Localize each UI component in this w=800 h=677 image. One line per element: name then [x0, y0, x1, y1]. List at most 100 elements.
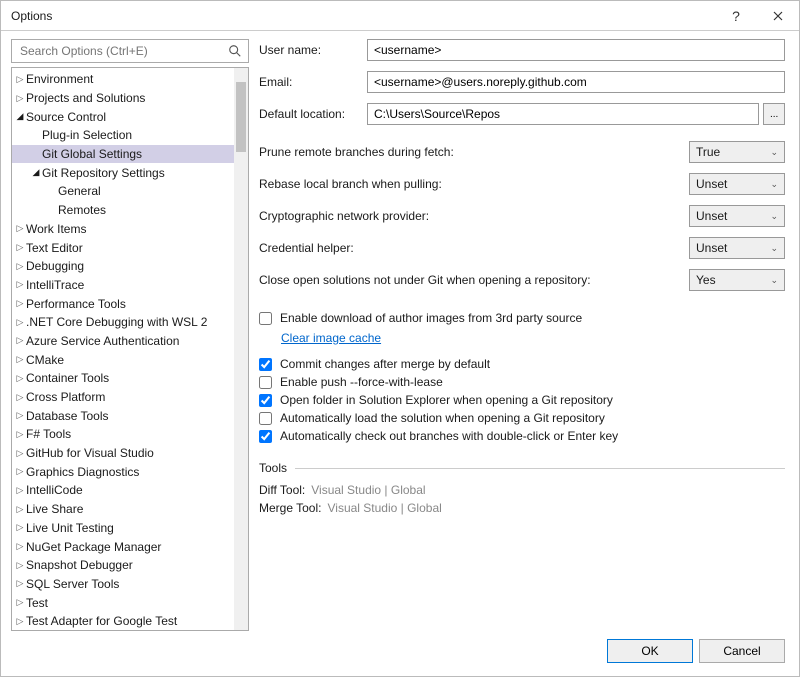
tree-node[interactable]: ▷Live Unit Testing — [12, 519, 234, 538]
tree-arrow-icon: ▷ — [14, 504, 26, 515]
rebase-select[interactable]: Unset⌄ — [689, 173, 785, 195]
tree-node-label: NuGet Package Manager — [26, 540, 161, 554]
browse-button[interactable]: ... — [763, 103, 785, 125]
chevron-down-icon: ⌄ — [770, 243, 778, 254]
help-button[interactable]: ? — [715, 1, 757, 31]
tree-arrow-icon: ▷ — [14, 392, 26, 403]
tree-node[interactable]: ▷Debugging — [12, 257, 234, 276]
search-input[interactable] — [18, 43, 228, 59]
autoload-label: Automatically load the solution when ope… — [280, 411, 605, 425]
autocheckout-label: Automatically check out branches with do… — [280, 429, 618, 443]
open-folder-checkbox[interactable] — [259, 394, 272, 407]
tree-node-label: Cross Platform — [26, 390, 105, 404]
tree-arrow-icon: ▷ — [14, 616, 26, 627]
options-tree[interactable]: ▷Environment▷Projects and Solutions◢Sour… — [12, 68, 234, 630]
tree-node[interactable]: ▷Database Tools — [12, 406, 234, 425]
autoload-checkbox[interactable] — [259, 412, 272, 425]
tree-arrow-icon: ▷ — [14, 597, 26, 608]
tree-node-label: .NET Core Debugging with WSL 2 — [26, 315, 207, 329]
cred-label: Credential helper: — [259, 241, 689, 255]
chevron-down-icon: ⌄ — [770, 211, 778, 222]
tree-node-label: Performance Tools — [26, 297, 126, 311]
email-label: Email: — [259, 75, 367, 89]
tree-node[interactable]: ◢Source Control — [12, 107, 234, 126]
tree-node-label: Projects and Solutions — [26, 91, 145, 105]
tree-node[interactable]: ▷SQL Server Tools — [12, 575, 234, 594]
closesol-label: Close open solutions not under Git when … — [259, 273, 689, 287]
tree-node-label: Work Items — [26, 222, 86, 236]
tree-node-label: F# Tools — [26, 427, 71, 441]
window-title: Options — [11, 9, 715, 23]
clear-cache-link[interactable]: Clear image cache — [281, 331, 381, 345]
chevron-down-icon: ⌄ — [770, 275, 778, 286]
force-lease-checkbox[interactable] — [259, 376, 272, 389]
tree-scrollbar[interactable] — [234, 68, 248, 630]
tree-node[interactable]: ▷Snapshot Debugger — [12, 556, 234, 575]
tree-node-label: Source Control — [26, 110, 106, 124]
download-images-label: Enable download of author images from 3r… — [280, 311, 582, 325]
tree-node[interactable]: ▷IntelliTrace — [12, 276, 234, 295]
cancel-button[interactable]: Cancel — [699, 639, 785, 663]
ok-button[interactable]: OK — [607, 639, 693, 663]
username-label: User name: — [259, 43, 367, 57]
commit-after-merge-checkbox[interactable] — [259, 358, 272, 371]
tree-arrow-icon: ▷ — [14, 541, 26, 552]
tree-node[interactable]: Plug-in Selection — [12, 126, 234, 145]
tree-node[interactable]: ▷Test — [12, 593, 234, 612]
tree-arrow-icon: ▷ — [14, 317, 26, 328]
tree-node[interactable]: ▷Graphics Diagnostics — [12, 462, 234, 481]
open-folder-label: Open folder in Solution Explorer when op… — [280, 393, 613, 407]
tree-node[interactable]: ▷Container Tools — [12, 369, 234, 388]
merge-tool-options[interactable]: Visual Studio | Global — [327, 501, 441, 515]
tree-arrow-icon: ▷ — [14, 261, 26, 272]
tree-node-label: IntelliCode — [26, 483, 83, 497]
tree-node[interactable]: General — [12, 182, 234, 201]
prune-label: Prune remote branches during fetch: — [259, 145, 689, 159]
tree-node[interactable]: ▷Azure Service Authentication — [12, 332, 234, 351]
merge-tool-label: Merge Tool: — [259, 501, 321, 515]
tree-node[interactable]: ▷Live Share — [12, 500, 234, 519]
closesol-select[interactable]: Yes⌄ — [689, 269, 785, 291]
tree-node-label: Git Global Settings — [42, 147, 142, 161]
cred-select[interactable]: Unset⌄ — [689, 237, 785, 259]
scrollbar-thumb[interactable] — [236, 82, 246, 152]
tree-node[interactable]: ◢Git Repository Settings — [12, 163, 234, 182]
tree-node[interactable]: ▷F# Tools — [12, 425, 234, 444]
autocheckout-checkbox[interactable] — [259, 430, 272, 443]
tree-arrow-icon: ▷ — [14, 242, 26, 253]
tree-arrow-icon: ▷ — [14, 522, 26, 533]
download-images-checkbox[interactable] — [259, 312, 272, 325]
tree-node[interactable]: ▷Environment — [12, 70, 234, 89]
tree-node[interactable]: ▷IntelliCode — [12, 481, 234, 500]
tree-node-label: Test Adapter for Google Test — [26, 614, 177, 628]
tree-node[interactable]: ▷Cross Platform — [12, 388, 234, 407]
crypto-select[interactable]: Unset⌄ — [689, 205, 785, 227]
tree-node[interactable]: ▷Test Adapter for Google Test — [12, 612, 234, 630]
tree-arrow-icon: ▷ — [14, 298, 26, 309]
tree-node-label: Database Tools — [26, 409, 109, 423]
tree-arrow-icon: ◢ — [30, 167, 42, 178]
tree-node[interactable]: ▷GitHub for Visual Studio — [12, 444, 234, 463]
chevron-down-icon: ⌄ — [770, 179, 778, 190]
close-button[interactable] — [757, 1, 799, 31]
tree-node[interactable]: Git Global Settings — [12, 145, 234, 164]
chevron-down-icon: ⌄ — [770, 147, 778, 158]
diff-tool-options[interactable]: Visual Studio | Global — [311, 483, 425, 497]
tree-node[interactable]: ▷Text Editor — [12, 238, 234, 257]
tree-node[interactable]: ▷CMake — [12, 350, 234, 369]
tree-node-label: General — [58, 184, 101, 198]
tree-node[interactable]: ▷Performance Tools — [12, 294, 234, 313]
tree-node[interactable]: Remotes — [12, 201, 234, 220]
tree-node[interactable]: ▷NuGet Package Manager — [12, 537, 234, 556]
tree-node[interactable]: ▷Projects and Solutions — [12, 89, 234, 108]
tree-node-label: Plug-in Selection — [42, 128, 132, 142]
tree-arrow-icon: ◢ — [14, 111, 26, 122]
location-input[interactable] — [367, 103, 759, 125]
prune-select[interactable]: True⌄ — [689, 141, 785, 163]
username-input[interactable] — [367, 39, 785, 61]
tree-node-label: CMake — [26, 353, 64, 367]
email-input[interactable] — [367, 71, 785, 93]
search-box[interactable] — [11, 39, 249, 63]
tree-node[interactable]: ▷Work Items — [12, 220, 234, 239]
tree-node[interactable]: ▷.NET Core Debugging with WSL 2 — [12, 313, 234, 332]
